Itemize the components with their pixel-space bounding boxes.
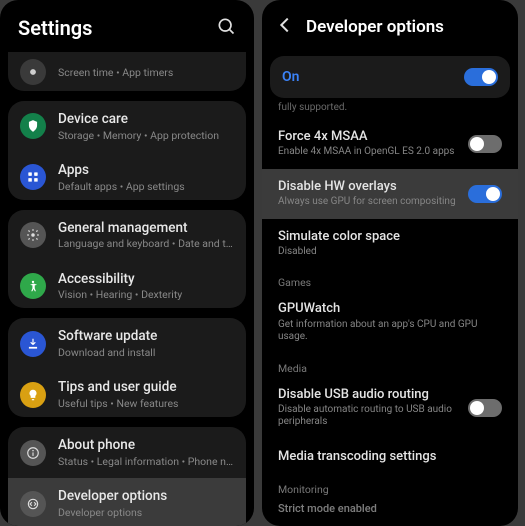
settings-item-accessibility[interactable]: Accessibility Vision • Hearing • Dexteri… (8, 261, 246, 309)
hourglass-icon (20, 59, 46, 85)
dev-item-simulate-color-space[interactable]: Simulate color space Disabled (262, 219, 518, 269)
settings-item-general-management[interactable]: General management Language and keyboard… (8, 210, 246, 261)
row-subtitle: Always use GPU for screen compositing (278, 196, 458, 209)
settings-group-1: Device care Storage • Memory • App prote… (8, 101, 246, 200)
shield-icon (20, 113, 46, 139)
settings-item-software-update[interactable]: Software update Download and install (8, 318, 246, 369)
settings-header: Settings (0, 0, 254, 52)
row-title: Media transcoding settings (278, 449, 502, 465)
settings-screen: Settings Screen time • App timers Device… (0, 0, 254, 526)
row-title: Disable HW overlays (278, 179, 458, 195)
dev-item-gpuwatch[interactable]: GPUWatch Get information about an app's … (262, 291, 518, 353)
toggle-force-4x-msaa[interactable] (468, 135, 502, 153)
row-subtitle: Default apps • App settings (58, 180, 234, 193)
row-subtitle: Disable automatic routing to USB audio p… (278, 404, 458, 429)
settings-item-developer-options[interactable]: Developer options Developer options (8, 478, 246, 526)
master-toggle-label: On (282, 69, 299, 85)
dev-header: Developer options (262, 0, 518, 52)
row-subtitle: Vision • Hearing • Dexterity (58, 288, 234, 301)
row-title: Simulate color space (278, 229, 502, 245)
apps-icon (20, 164, 46, 190)
row-title: Tips and user guide (58, 379, 234, 396)
dev-title: Developer options (306, 17, 444, 37)
developer-options-screen: Developer options On fully supported. Fo… (262, 0, 518, 526)
gear-icon (20, 222, 46, 248)
dev-body: fully supported. Force 4x MSAA Enable 4x… (262, 102, 518, 526)
info-icon (20, 440, 46, 466)
toggle-disable-usb-audio[interactable] (468, 399, 502, 417)
settings-item-device-care[interactable]: Device care Storage • Memory • App prote… (8, 101, 246, 152)
row-texts: Screen time • App timers (58, 65, 234, 79)
dev-item-force-4x-msaa[interactable]: Force 4x MSAA Enable 4x MSAA in OpenGL E… (262, 119, 518, 169)
row-subtitle: Useful tips • New features (58, 397, 234, 410)
row-title: About phone (58, 437, 234, 454)
settings-title: Settings (18, 16, 92, 40)
master-toggle-row[interactable]: On (270, 56, 510, 98)
cut-text: fully supported. (262, 102, 518, 119)
dev-item-disable-usb-audio[interactable]: Disable USB audio routing Disable automa… (262, 377, 518, 439)
toggle-disable-hw-overlays[interactable] (468, 185, 502, 203)
settings-item-about-phone[interactable]: About phone Status • Legal information •… (8, 427, 246, 478)
section-games: Games (262, 268, 518, 291)
row-subtitle: Get information about an app's CPU and G… (278, 319, 502, 344)
row-title: Software update (58, 328, 234, 345)
row-title: GPUWatch (278, 301, 502, 317)
dev-item-disable-hw-overlays[interactable]: Disable HW overlays Always use GPU for s… (262, 169, 518, 219)
settings-group-partial: Screen time • App timers (8, 52, 246, 91)
master-toggle[interactable] (464, 68, 498, 86)
row-subtitle: Developer options (58, 506, 234, 519)
settings-item-partial[interactable]: Screen time • App timers (8, 52, 246, 91)
row-title: General management (58, 220, 234, 237)
row-subtitle: Disabled (278, 246, 502, 259)
row-title: Accessibility (58, 271, 234, 288)
settings-group-3: Software update Download and install Tip… (8, 318, 246, 417)
row-subtitle: Screen time • App timers (58, 66, 234, 79)
row-subtitle: Language and keyboard • Date and time (58, 237, 234, 250)
row-title: Force 4x MSAA (278, 129, 458, 145)
dev-item-strict-mode[interactable]: Strict mode enabled (262, 498, 518, 526)
settings-group-4: About phone Status • Legal information •… (8, 427, 246, 526)
row-title: Disable USB audio routing (278, 387, 458, 403)
search-icon[interactable] (216, 16, 236, 40)
row-title: Developer options (58, 488, 234, 505)
back-icon[interactable] (274, 14, 306, 40)
row-title: Device care (58, 111, 234, 128)
row-subtitle: Download and install (58, 346, 234, 359)
code-icon (20, 491, 46, 517)
row-subtitle: Storage • Memory • App protection (58, 129, 234, 142)
row-subtitle: Status • Legal information • Phone name (58, 455, 234, 468)
row-title: Apps (58, 162, 234, 179)
settings-item-apps[interactable]: Apps Default apps • App settings (8, 152, 246, 200)
accessibility-icon (20, 273, 46, 299)
row-title: Strict mode enabled (278, 502, 502, 516)
download-icon (20, 331, 46, 357)
section-media: Media (262, 354, 518, 377)
settings-group-2: General management Language and keyboard… (8, 210, 246, 309)
lightbulb-icon (20, 382, 46, 408)
settings-item-tips[interactable]: Tips and user guide Useful tips • New fe… (8, 369, 246, 417)
row-subtitle: Enable 4x MSAA in OpenGL ES 2.0 apps (278, 146, 458, 159)
section-monitoring: Monitoring (262, 475, 518, 498)
dev-item-media-transcoding[interactable]: Media transcoding settings (262, 439, 518, 475)
